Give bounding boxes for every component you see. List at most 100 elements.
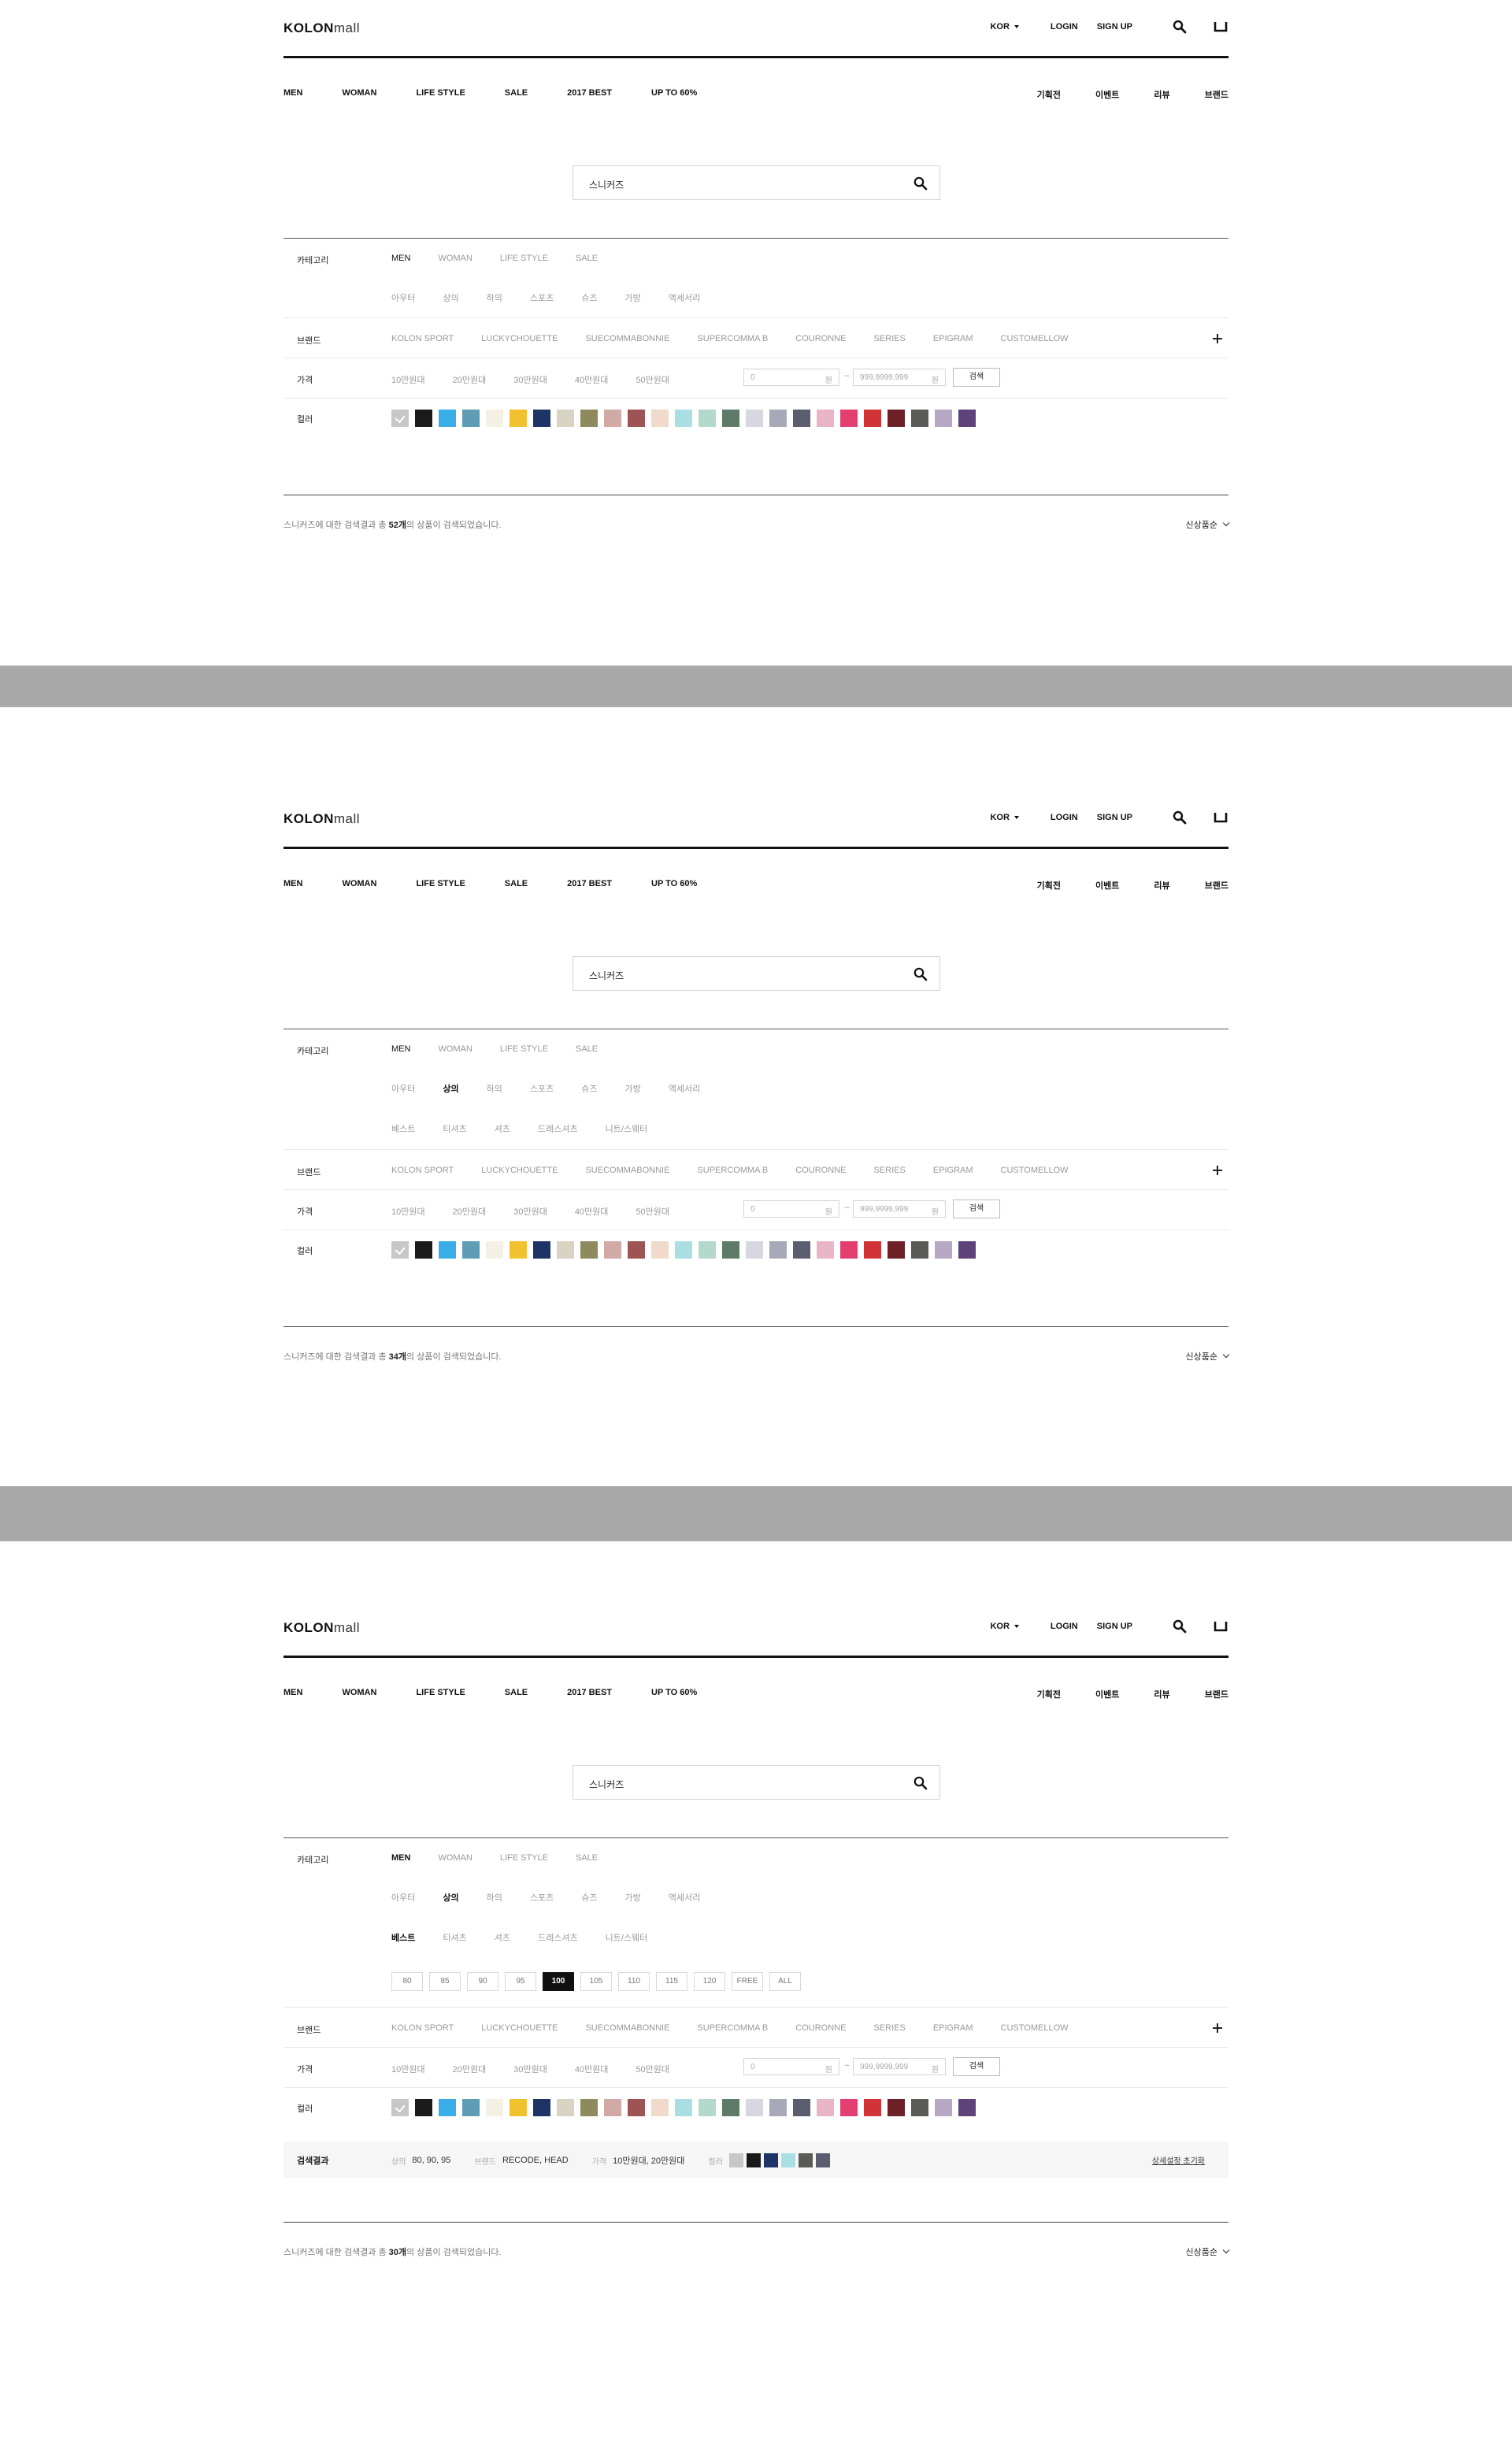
price-option[interactable]: 50만원대 [636,373,669,386]
nav-item[interactable]: SALE [505,879,528,888]
color-swatch[interactable] [793,1241,810,1259]
nav-item[interactable]: SALE [505,1688,528,1697]
color-swatch[interactable] [722,2099,739,2116]
subcategory-option[interactable]: 가방 [625,291,641,304]
nav-item[interactable]: WOMAN [342,88,376,98]
category-option[interactable]: LIFE STYLE [500,1853,548,1863]
brand-option[interactable]: COURONNE [795,2023,846,2033]
category-option[interactable]: WOMAN [438,1853,472,1863]
color-swatch[interactable] [439,410,456,427]
color-swatch[interactable] [746,410,763,427]
sort-select[interactable]: 신상품순 [1186,1350,1230,1363]
price-option[interactable]: 40만원대 [575,2063,609,2075]
subcategory-option[interactable]: 가방 [625,1082,641,1095]
color-swatch[interactable] [817,410,834,427]
brand-option[interactable]: SUPERCOMMA B [697,334,768,343]
subcategory-option[interactable]: 상의 [443,1891,458,1904]
subsubcategory-option[interactable]: 티셔츠 [443,1122,466,1135]
color-swatch[interactable] [557,1241,574,1259]
subcategory-option[interactable]: 액세서리 [669,291,700,304]
price-search-button[interactable]: 검색 [953,1200,1000,1218]
price-search-button[interactable]: 검색 [953,2057,1000,2076]
price-option[interactable]: 10만원대 [391,2063,425,2075]
price-option[interactable]: 50만원대 [636,2063,669,2075]
color-swatch[interactable] [864,2099,881,2116]
nav-item[interactable]: MEN [284,1688,302,1697]
search-icon[interactable] [1172,1619,1188,1634]
brand-option[interactable]: KOLON SPORT [391,334,454,343]
color-swatch[interactable] [935,410,952,427]
color-swatch[interactable] [651,2099,669,2116]
color-swatch[interactable] [604,410,621,427]
nav-item[interactable]: LIFE STYLE [416,88,465,98]
size-chip[interactable]: 90 [467,1972,498,1991]
subsubcategory-option[interactable]: 티셔츠 [443,1931,466,1944]
color-swatch[interactable] [510,2099,527,2116]
subsubcategory-option[interactable]: 드레스셔츠 [538,1122,578,1135]
login-link[interactable]: LOGIN [1051,813,1078,822]
color-swatch[interactable] [675,2099,692,2116]
brand-option[interactable]: SUPERCOMMA B [697,1166,768,1175]
search-icon[interactable] [913,176,928,191]
nav-item[interactable]: MEN [284,879,302,888]
brand-option[interactable]: SUECOMMABONNIE [585,2023,669,2033]
price-option[interactable]: 10만원대 [391,1205,425,1218]
nav-item[interactable]: 브랜드 [1205,1688,1228,1700]
subcategory-option[interactable]: 하의 [487,291,502,304]
price-option[interactable]: 20만원대 [453,1205,487,1218]
shopping-bag-icon[interactable] [1213,19,1228,35]
logo[interactable]: KOLONmall [284,20,360,36]
price-max-input[interactable]: 999,9999,999 원 [853,2058,946,2075]
price-option[interactable]: 50만원대 [636,1205,669,1218]
color-swatch[interactable] [864,410,881,427]
color-swatch[interactable] [888,2099,905,2116]
subcategory-option[interactable]: 아우터 [391,1082,415,1095]
category-option[interactable]: WOMAN [438,254,472,263]
category-option[interactable]: LIFE STYLE [500,254,548,263]
size-chip[interactable]: 110 [618,1972,650,1991]
language-select[interactable]: KOR [990,22,1019,32]
nav-item[interactable]: 리뷰 [1154,88,1169,101]
color-swatch[interactable] [958,1241,976,1259]
color-swatch[interactable] [439,2099,456,2116]
color-swatch[interactable] [651,410,669,427]
search-icon[interactable] [1172,19,1188,35]
nav-item[interactable]: 2017 BEST [567,1688,612,1697]
color-swatch[interactable] [628,410,645,427]
subsubcategory-option[interactable]: 베스트 [391,1931,415,1944]
color-swatch[interactable] [580,1241,598,1259]
color-swatch[interactable] [935,2099,952,2116]
color-swatch[interactable] [486,410,503,427]
color-swatch[interactable] [557,2099,574,2116]
color-swatch[interactable] [840,2099,858,2116]
sort-select[interactable]: 신상품순 [1186,2245,1230,2258]
color-swatch[interactable] [510,410,527,427]
subcategory-option[interactable]: 액세서리 [669,1082,700,1095]
color-swatch[interactable] [439,1241,456,1259]
color-swatch[interactable] [793,2099,810,2116]
color-swatch[interactable] [391,1241,409,1259]
subcategory-option[interactable]: 슈즈 [581,1082,597,1095]
color-swatch[interactable] [557,410,574,427]
reset-filters-link[interactable]: 상세설정 초기화 [1152,2154,1205,2166]
color-swatch[interactable] [651,1241,669,1259]
color-swatch[interactable] [722,1241,739,1259]
brand-option[interactable]: SUECOMMABONNIE [585,334,669,343]
category-option[interactable]: SALE [576,254,598,263]
nav-item[interactable]: 기획전 [1037,1688,1061,1700]
category-option[interactable]: MEN [391,1853,410,1863]
price-max-input[interactable]: 999,9999,999 원 [853,369,946,386]
shopping-bag-icon[interactable] [1213,810,1228,825]
price-min-input[interactable]: 0원 [743,369,839,386]
subcategory-option[interactable]: 아우터 [391,1891,415,1904]
nav-item[interactable]: MEN [284,88,302,98]
subcategory-option[interactable]: 액세서리 [669,1891,700,1904]
color-swatch[interactable] [699,2099,716,2116]
size-chip[interactable]: ALL [769,1972,801,1991]
language-select[interactable]: KOR [990,813,1019,822]
search-input[interactable]: 스니커즈 [589,178,624,191]
color-swatch[interactable] [911,410,928,427]
subcategory-option[interactable]: 하의 [487,1082,502,1095]
sort-select[interactable]: 신상품순 [1186,518,1230,531]
logo[interactable]: KOLONmall [284,1620,360,1636]
